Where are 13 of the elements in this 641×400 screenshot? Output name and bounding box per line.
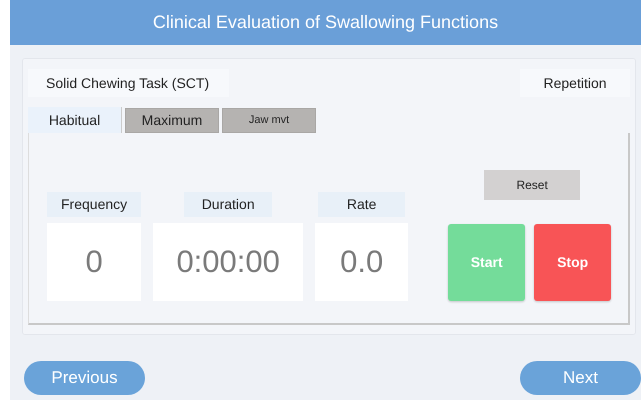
reset-button[interactable]: Reset <box>484 170 580 200</box>
metric-value: 0 <box>47 223 142 301</box>
tab[interactable]: Habitual <box>28 107 122 133</box>
task-name: Solid Chewing Task (SCT) <box>28 69 229 97</box>
metric-value: 0.0 <box>315 223 408 301</box>
mode-label: Repetition <box>520 69 630 97</box>
tab[interactable]: Maximum <box>125 108 219 133</box>
metric-label: Frequency <box>47 192 142 217</box>
metric-value: 0:00:00 <box>153 223 304 301</box>
metric-label: Rate <box>318 192 406 217</box>
tab[interactable]: Jaw mvt <box>222 108 316 133</box>
metric-label: Duration <box>184 192 272 217</box>
window-title: Clinical Evaluation of Swallowing Functions <box>10 0 641 45</box>
